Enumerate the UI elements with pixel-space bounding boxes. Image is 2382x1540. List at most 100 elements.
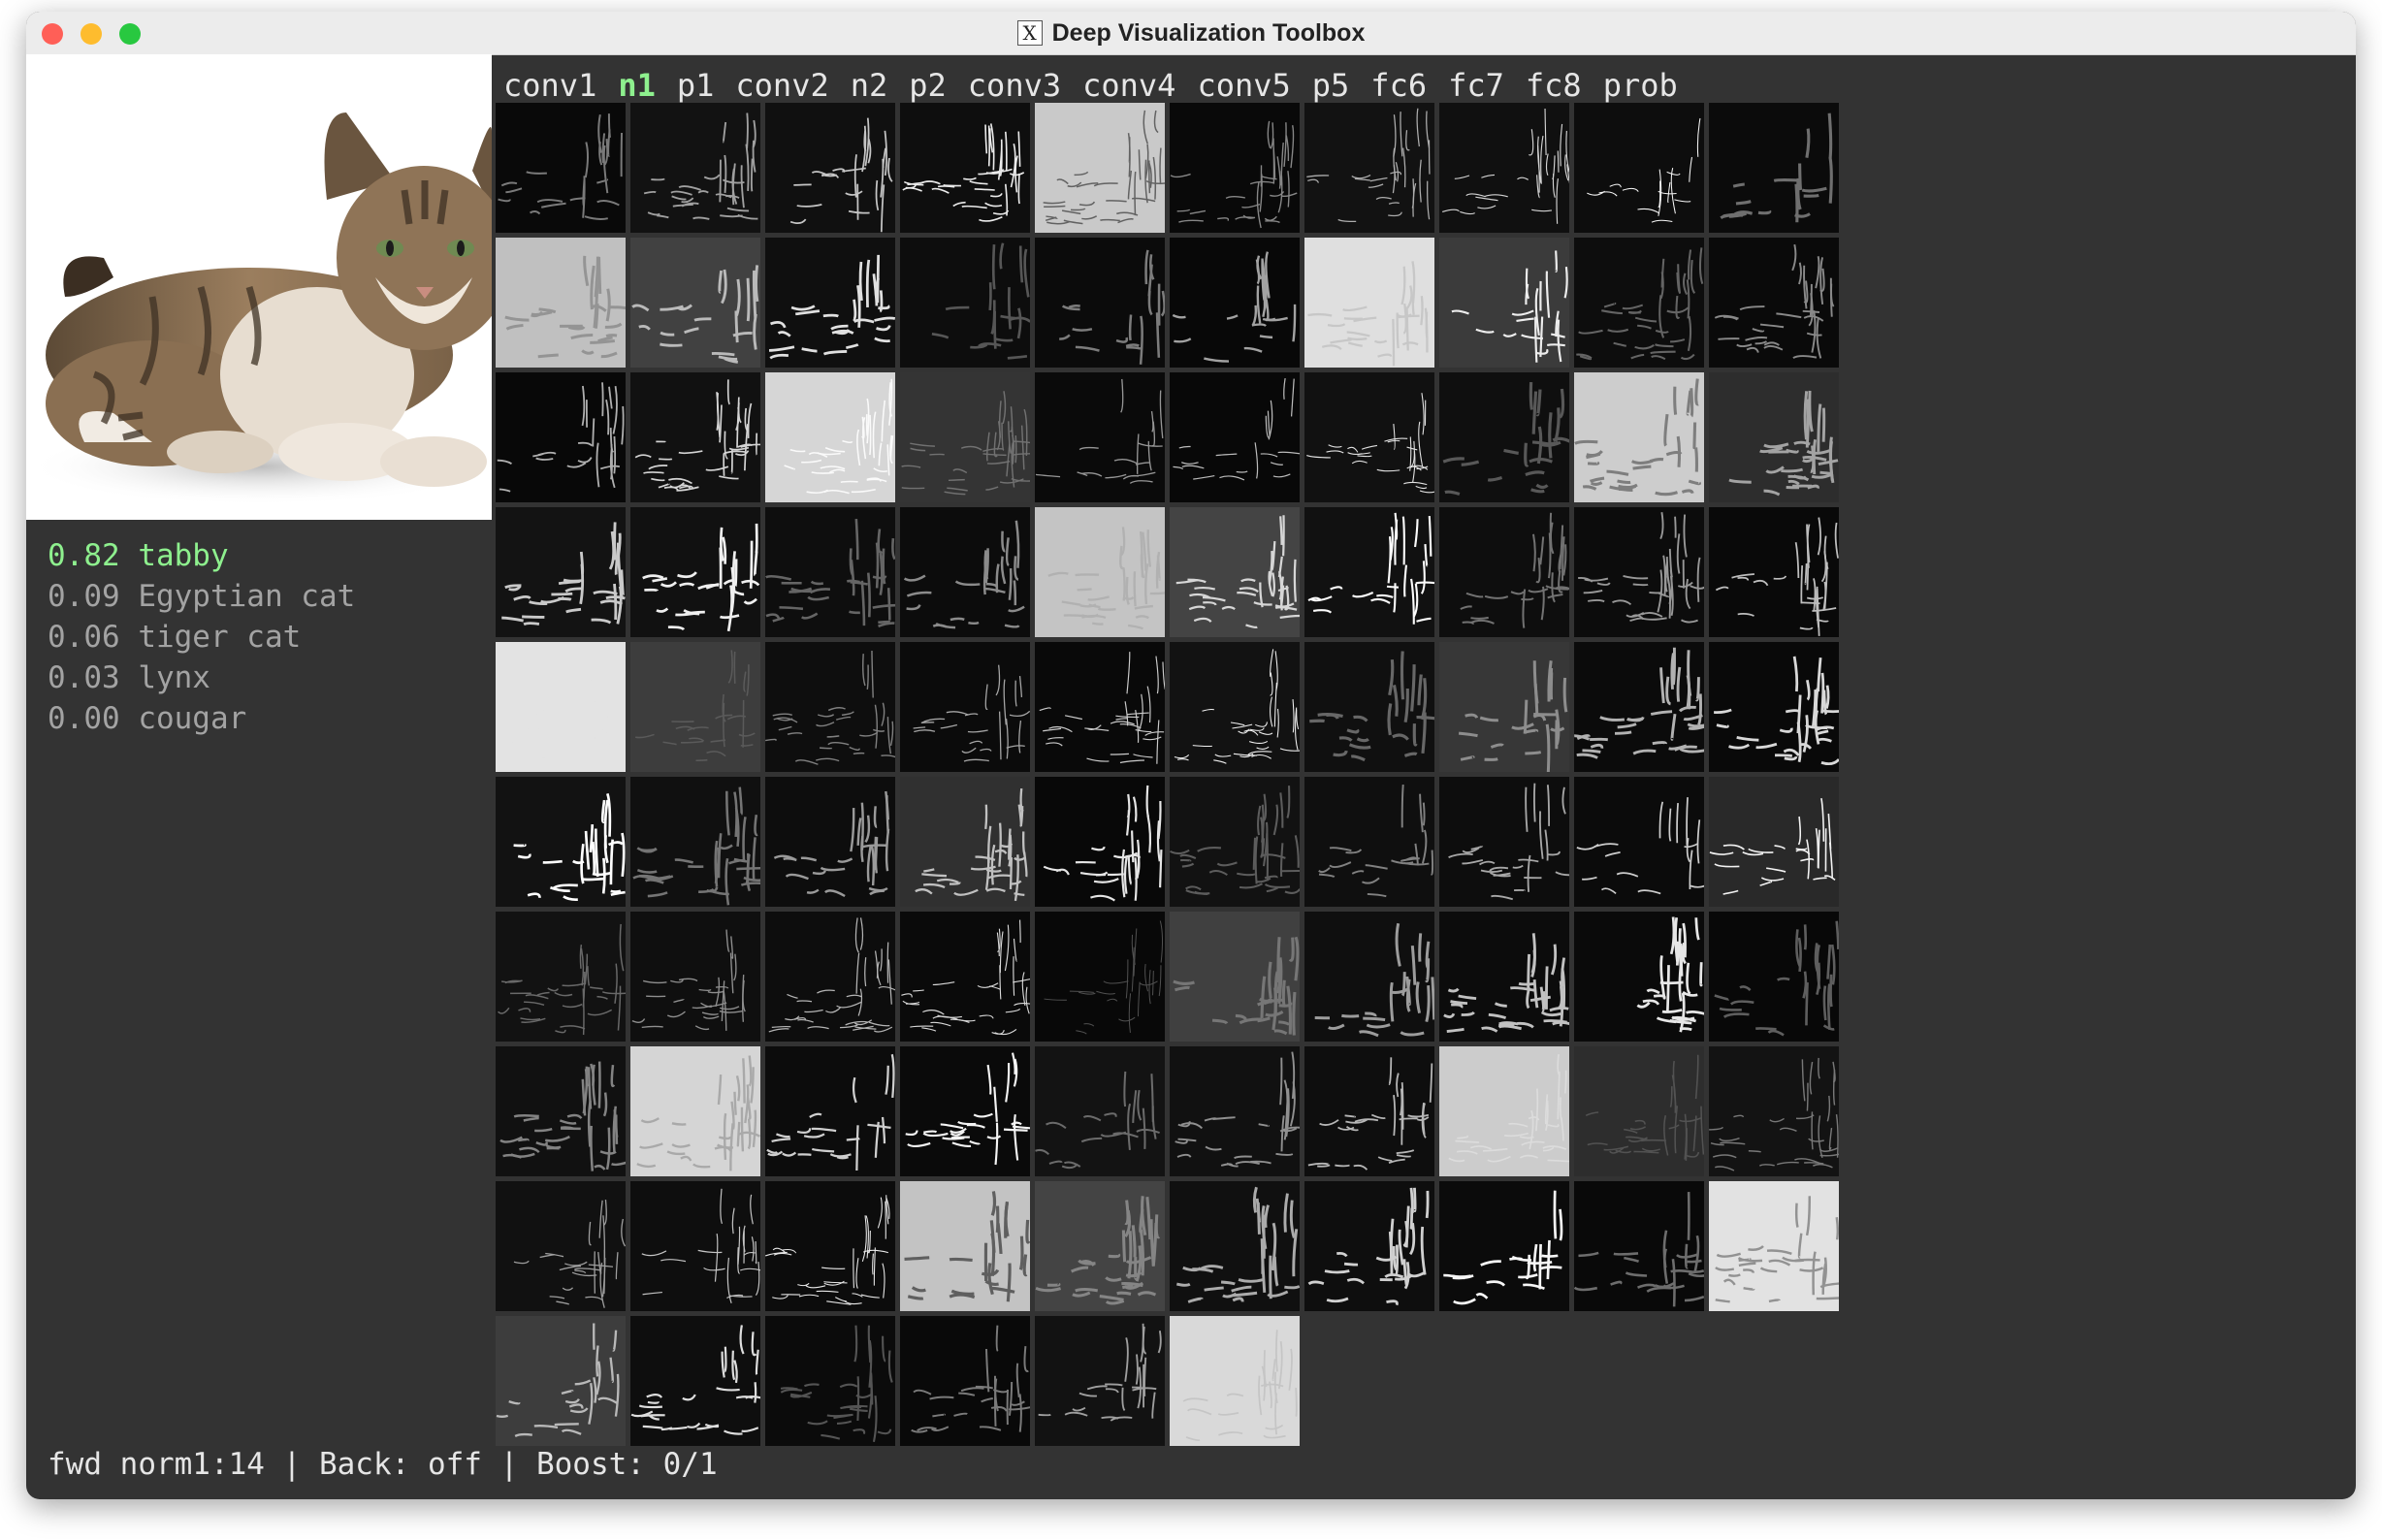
feature-map-tile[interactable] xyxy=(1304,507,1434,637)
feature-map-tile[interactable] xyxy=(765,1046,895,1176)
feature-map-tile[interactable] xyxy=(496,1046,626,1176)
feature-map-tile[interactable] xyxy=(1035,238,1165,368)
feature-map-tile[interactable] xyxy=(1035,912,1165,1042)
feature-map-tile[interactable] xyxy=(900,1046,1030,1176)
feature-map-tile[interactable] xyxy=(1035,103,1165,233)
feature-map-tile[interactable] xyxy=(1709,777,1839,907)
feature-map-tile[interactable] xyxy=(496,238,626,368)
feature-map-tile[interactable] xyxy=(496,1316,626,1446)
feature-map-tile[interactable] xyxy=(1304,103,1434,233)
feature-map-tile[interactable] xyxy=(1439,777,1569,907)
feature-map-tile[interactable] xyxy=(900,507,1030,637)
feature-map-tile[interactable] xyxy=(1574,642,1704,772)
feature-map-tile[interactable] xyxy=(900,777,1030,907)
feature-map-tile[interactable] xyxy=(1574,238,1704,368)
feature-map-tile[interactable] xyxy=(496,507,626,637)
feature-map-tile[interactable] xyxy=(496,372,626,502)
layer-tab-conv1[interactable]: conv1 xyxy=(503,67,596,104)
feature-map-tile[interactable] xyxy=(1439,238,1569,368)
feature-map-tile[interactable] xyxy=(1574,372,1704,502)
feature-map-tile[interactable] xyxy=(1035,1181,1165,1311)
feature-map-tile[interactable] xyxy=(900,642,1030,772)
feature-map-tile[interactable] xyxy=(1170,507,1300,637)
feature-map-tile[interactable] xyxy=(900,238,1030,368)
feature-map-tile[interactable] xyxy=(1035,372,1165,502)
feature-map-tile[interactable] xyxy=(765,238,895,368)
layer-tab-conv2[interactable]: conv2 xyxy=(735,67,828,104)
feature-map-tile[interactable] xyxy=(1170,372,1300,502)
feature-map-tile[interactable] xyxy=(1170,103,1300,233)
feature-map-tile[interactable] xyxy=(1439,103,1569,233)
feature-map-tile[interactable] xyxy=(1304,238,1434,368)
feature-map-tile[interactable] xyxy=(1035,1316,1165,1446)
feature-map-tile[interactable] xyxy=(630,507,760,637)
feature-map-tile[interactable] xyxy=(630,642,760,772)
feature-map-tile[interactable] xyxy=(1439,372,1569,502)
feature-map-tile[interactable] xyxy=(1574,507,1704,637)
feature-map-tile[interactable] xyxy=(496,912,626,1042)
feature-map-tile[interactable] xyxy=(1439,507,1569,637)
layer-tab-fc7[interactable]: fc7 xyxy=(1448,67,1504,104)
feature-map-tile[interactable] xyxy=(1709,103,1839,233)
layer-tab-p5[interactable]: p5 xyxy=(1312,67,1350,104)
layer-tab-prob[interactable]: prob xyxy=(1603,67,1678,104)
feature-map-tile[interactable] xyxy=(900,1181,1030,1311)
feature-map-tile[interactable] xyxy=(765,642,895,772)
feature-map-tile[interactable] xyxy=(1439,1046,1569,1176)
feature-map-tile[interactable] xyxy=(1304,777,1434,907)
feature-map-tile[interactable] xyxy=(1170,912,1300,1042)
feature-map-tile[interactable] xyxy=(1709,1181,1839,1311)
layer-tab-conv5[interactable]: conv5 xyxy=(1197,67,1290,104)
feature-map-tile[interactable] xyxy=(1709,507,1839,637)
feature-map-tile[interactable] xyxy=(765,777,895,907)
feature-map-tile[interactable] xyxy=(630,103,760,233)
feature-map-tile[interactable] xyxy=(1709,372,1839,502)
feature-map-tile[interactable] xyxy=(496,777,626,907)
feature-map-tile[interactable] xyxy=(1304,642,1434,772)
feature-map-tile[interactable] xyxy=(1574,1181,1704,1311)
feature-map-tile[interactable] xyxy=(1035,642,1165,772)
layer-tab-conv4[interactable]: conv4 xyxy=(1082,67,1175,104)
feature-map-tile[interactable] xyxy=(1170,642,1300,772)
feature-map-tile[interactable] xyxy=(900,1316,1030,1446)
layer-tab-fc8[interactable]: fc8 xyxy=(1526,67,1582,104)
feature-map-tile[interactable] xyxy=(630,1181,760,1311)
feature-map-tile[interactable] xyxy=(496,1181,626,1311)
feature-map-tile[interactable] xyxy=(1709,238,1839,368)
layer-tab-p1[interactable]: p1 xyxy=(677,67,715,104)
feature-map-tile[interactable] xyxy=(1170,1046,1300,1176)
feature-map-tile[interactable] xyxy=(496,103,626,233)
feature-map-tile[interactable] xyxy=(765,912,895,1042)
feature-map-tile[interactable] xyxy=(1439,1181,1569,1311)
feature-map-tile[interactable] xyxy=(1439,912,1569,1042)
feature-map-tile[interactable] xyxy=(1170,1181,1300,1311)
feature-map-tile[interactable] xyxy=(900,372,1030,502)
layer-tab-n2[interactable]: n2 xyxy=(851,67,888,104)
feature-map-tile[interactable] xyxy=(1574,777,1704,907)
layer-tab-n1[interactable]: n1 xyxy=(618,67,656,104)
feature-map-tile[interactable] xyxy=(1304,912,1434,1042)
feature-map-tile[interactable] xyxy=(765,507,895,637)
feature-map-tile[interactable] xyxy=(1709,1046,1839,1176)
feature-map-tile[interactable] xyxy=(630,1046,760,1176)
feature-map-tile[interactable] xyxy=(630,372,760,502)
feature-map-tile[interactable] xyxy=(1304,1181,1434,1311)
feature-map-tile[interactable] xyxy=(1035,507,1165,637)
feature-map-tile[interactable] xyxy=(630,912,760,1042)
feature-map-tile[interactable] xyxy=(1304,372,1434,502)
feature-map-tile[interactable] xyxy=(1170,1316,1300,1446)
feature-map-tile[interactable] xyxy=(1035,777,1165,907)
feature-map-tile[interactable] xyxy=(630,1316,760,1446)
feature-map-tile[interactable] xyxy=(1035,1046,1165,1176)
feature-map-tile[interactable] xyxy=(1574,1046,1704,1176)
feature-map-tile[interactable] xyxy=(765,103,895,233)
layer-tab-fc6[interactable]: fc6 xyxy=(1370,67,1427,104)
feature-map-tile[interactable] xyxy=(1574,103,1704,233)
feature-map-tile[interactable] xyxy=(630,238,760,368)
feature-map-tile[interactable] xyxy=(765,1316,895,1446)
feature-map-tile[interactable] xyxy=(496,642,626,772)
feature-map-tile[interactable] xyxy=(630,777,760,907)
feature-map-tile[interactable] xyxy=(1170,777,1300,907)
feature-map-tile[interactable] xyxy=(1709,912,1839,1042)
feature-map-tile[interactable] xyxy=(1709,642,1839,772)
